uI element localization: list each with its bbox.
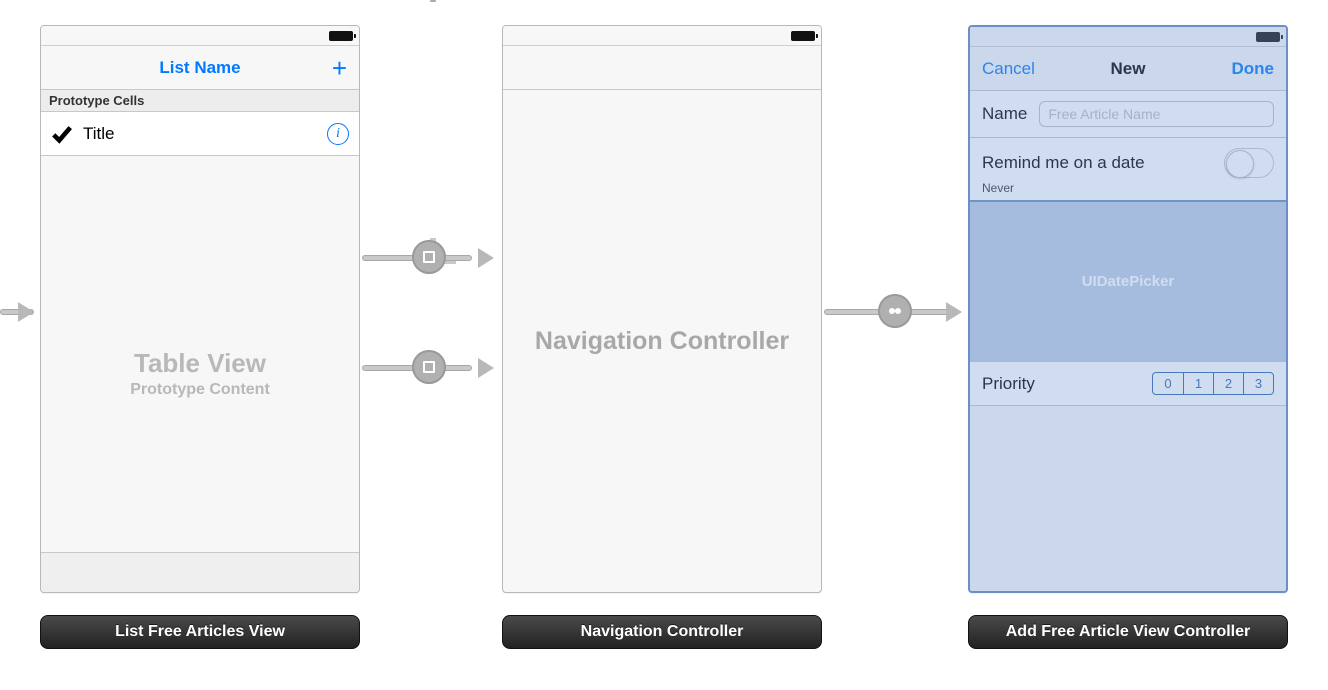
name-field[interactable]: Free Article Name [1039, 101, 1274, 127]
priority-option-3[interactable]: 3 [1243, 373, 1273, 394]
prototype-cell[interactable]: Title i [41, 112, 359, 156]
navigation-bar [503, 46, 821, 90]
navigation-bar: Cancel New Done [970, 47, 1286, 91]
date-picker[interactable]: UIDatePicker [970, 202, 1286, 362]
cell-title-label: Title [83, 124, 115, 144]
nav-title: New [1079, 59, 1176, 79]
status-bar [41, 26, 359, 46]
segue-arrow-b-icon [478, 358, 494, 378]
status-bar [503, 26, 821, 46]
battery-icon [1256, 32, 1280, 42]
priority-label: Priority [982, 374, 1035, 394]
segue-arrow-c-icon [946, 302, 962, 322]
battery-icon [791, 31, 815, 41]
incoming-segue-line [430, 0, 436, 2]
done-button[interactable]: Done [1177, 59, 1274, 79]
info-icon[interactable]: i [327, 123, 349, 145]
priority-option-1[interactable]: 1 [1183, 373, 1213, 394]
segue-badge-root[interactable] [878, 294, 912, 328]
prototype-cells-header: Prototype Cells [41, 90, 359, 112]
scene-label-add[interactable]: Add Free Article View Controller [968, 615, 1288, 649]
scene-navigation-controller[interactable]: Navigation Controller [502, 25, 822, 593]
placeholder-title: Table View [134, 348, 266, 379]
segue-arrow-a-icon [478, 248, 494, 268]
priority-option-2[interactable]: 2 [1213, 373, 1243, 394]
tableview-footer [41, 552, 359, 592]
name-label: Name [982, 104, 1027, 124]
battery-icon [329, 31, 353, 41]
remind-sublabel: Never [970, 180, 1286, 202]
remind-label: Remind me on a date [982, 153, 1145, 173]
nav-title: List Name [151, 58, 249, 78]
segue-badge-present-a[interactable] [412, 240, 446, 274]
scene-label-list[interactable]: List Free Articles View [40, 615, 360, 649]
name-row: Name Free Article Name [970, 91, 1286, 138]
priority-segmented[interactable]: 0 1 2 3 [1152, 372, 1274, 395]
cancel-button[interactable]: Cancel [982, 59, 1079, 79]
status-bar [970, 27, 1286, 47]
priority-row: Priority 0 1 2 3 [970, 362, 1286, 406]
tableview-placeholder: Table View Prototype Content [41, 156, 359, 590]
entry-arrow-icon [18, 302, 34, 322]
scene-list-free-articles[interactable]: List Name + Prototype Cells Title i Tabl… [40, 25, 360, 593]
placeholder-subtitle: Prototype Content [130, 381, 270, 399]
checkmark-icon [51, 123, 73, 145]
remind-row: Remind me on a date [970, 138, 1286, 180]
nav-controller-placeholder: Navigation Controller [503, 90, 821, 592]
navigation-bar: List Name + [41, 46, 359, 90]
remind-switch[interactable] [1224, 148, 1274, 178]
scene-label-nav[interactable]: Navigation Controller [502, 615, 822, 649]
priority-option-0[interactable]: 0 [1153, 373, 1183, 394]
segue-badge-present-b[interactable] [412, 350, 446, 384]
add-button[interactable]: + [249, 55, 347, 81]
scene-add-free-article[interactable]: Cancel New Done Name Free Article Name R… [968, 25, 1288, 593]
